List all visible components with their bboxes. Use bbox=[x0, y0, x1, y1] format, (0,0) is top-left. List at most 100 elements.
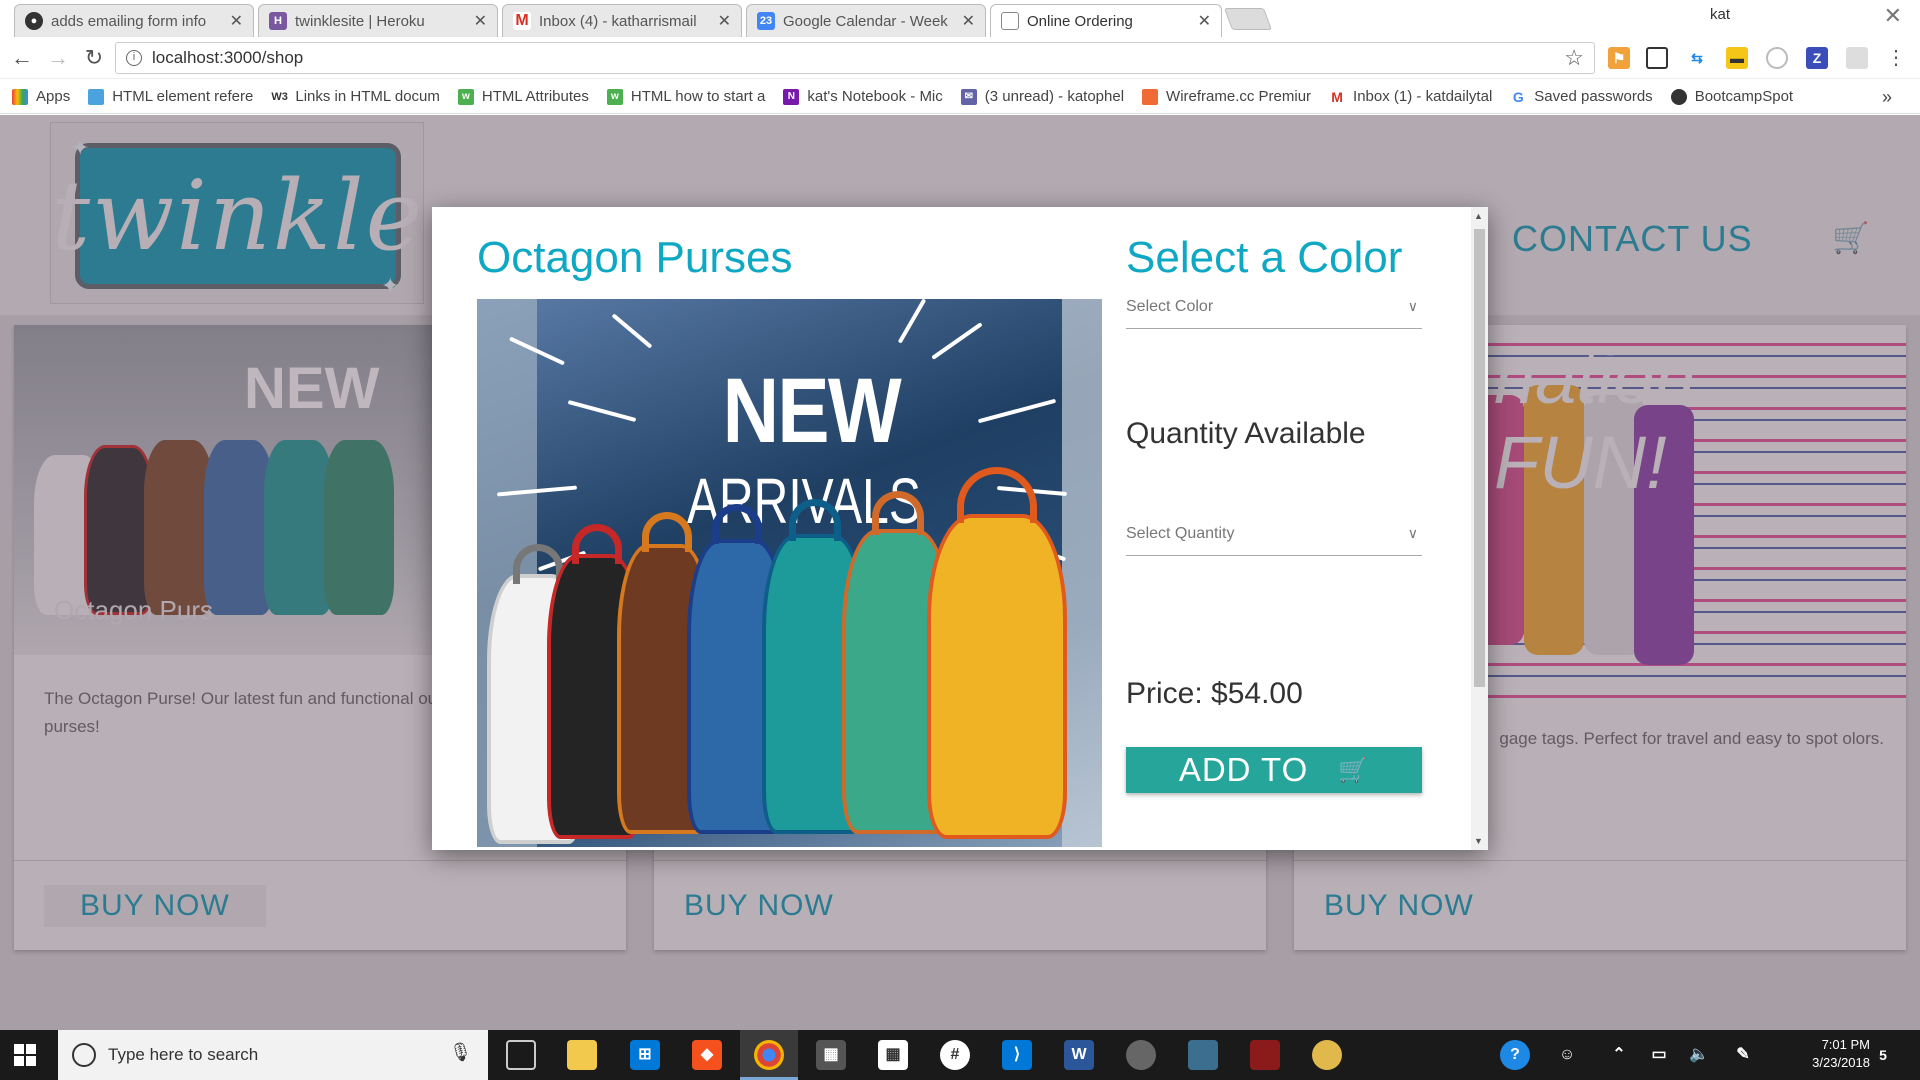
bookmark-item[interactable]: W3 Links in HTML docum bbox=[271, 88, 440, 105]
notes-extension-icon[interactable]: ▬ bbox=[1726, 47, 1748, 69]
camera-extension-icon[interactable] bbox=[1846, 47, 1868, 69]
swap-extension-icon[interactable]: ⇆ bbox=[1686, 47, 1708, 69]
cart-icon: 🛒 bbox=[1338, 756, 1370, 784]
slack-icon[interactable]: # bbox=[940, 1040, 970, 1070]
help-icon[interactable]: ? bbox=[1500, 1040, 1530, 1070]
tab-title: twinklesite | Heroku bbox=[295, 12, 425, 30]
notification-count: 5 bbox=[1879, 1047, 1887, 1063]
close-tab-icon[interactable]: ✕ bbox=[230, 11, 243, 31]
bookmark-item[interactable]: w HTML how to start a bbox=[606, 88, 766, 105]
z-extension-icon[interactable]: Z bbox=[1806, 47, 1828, 69]
bookmark-item[interactable]: Wireframe.cc Premiur bbox=[1142, 88, 1311, 105]
document-icon bbox=[1001, 12, 1019, 30]
gmail-icon: M bbox=[1329, 88, 1346, 105]
tray-chevron-icon[interactable]: ⌃ bbox=[1604, 1040, 1634, 1070]
quantity-available-label: Quantity Available bbox=[1126, 417, 1366, 450]
close-tab-icon[interactable]: ✕ bbox=[1198, 11, 1211, 31]
add-to-cart-button[interactable]: ADD TO 🛒 bbox=[1126, 747, 1422, 793]
forward-arrow-icon[interactable]: → bbox=[44, 45, 72, 71]
browser-tab[interactable]: H twinklesite | Heroku ✕ bbox=[258, 4, 498, 37]
scroll-thumb[interactable] bbox=[1474, 229, 1485, 687]
scroll-down-arrow-icon[interactable]: ▼ bbox=[1474, 836, 1483, 846]
browser-tab[interactable]: ● adds emailing form info ✕ bbox=[14, 4, 254, 37]
bookmark-label: Apps bbox=[36, 88, 71, 105]
close-tab-icon[interactable]: ✕ bbox=[962, 11, 975, 31]
task-view-icon[interactable] bbox=[506, 1040, 536, 1070]
modal-scrollbar[interactable]: ▲ ▼ bbox=[1471, 207, 1488, 850]
browser-tab[interactable]: 23 Google Calendar - Week ✕ bbox=[746, 4, 986, 37]
quantity-select-placeholder: Select Quantity bbox=[1126, 524, 1235, 542]
bookmark-item[interactable]: M Inbox (1) - katdailytal bbox=[1329, 88, 1492, 105]
bookmark-item[interactable]: N kat's Notebook - Mic bbox=[783, 88, 943, 105]
battery-icon[interactable]: ▭ bbox=[1644, 1040, 1674, 1070]
bookmarks-bar: Apps HTML element refere W3 Links in HTM… bbox=[0, 80, 1920, 114]
address-bar[interactable]: i localhost:3000/shop ☆ bbox=[115, 42, 1595, 74]
bookmark-label: HTML how to start a bbox=[630, 88, 766, 105]
system-clock[interactable]: 7:01 PM 3/23/2018 bbox=[1812, 1036, 1870, 1072]
screenshot-extension-icon[interactable] bbox=[1646, 47, 1668, 69]
web-page: twinkle ✦ ✦ CONTACT US 🛒 NEW Octagon Pur… bbox=[0, 115, 1920, 1030]
google-icon: G bbox=[1510, 88, 1527, 105]
tab-title: Google Calendar - Week bbox=[783, 12, 948, 30]
windows-start-icon[interactable] bbox=[14, 1044, 36, 1066]
more-bookmarks-icon[interactable]: » bbox=[1882, 87, 1892, 108]
bookmark-item[interactable]: ✉ (3 unread) - katophel bbox=[960, 88, 1124, 105]
github-desktop-icon[interactable] bbox=[1126, 1040, 1156, 1070]
taskbar-search-box[interactable]: Type here to search 🎙 bbox=[58, 1030, 488, 1080]
onenote-icon: N bbox=[783, 88, 800, 105]
microphone-icon[interactable]: 🎙 bbox=[449, 1042, 472, 1063]
calendar-icon: 23 bbox=[757, 12, 775, 30]
bookmark-apps[interactable]: Apps bbox=[12, 88, 70, 105]
quantity-select[interactable]: Select Quantity ∨ bbox=[1126, 512, 1422, 556]
bookmark-item[interactable]: w HTML Attributes bbox=[457, 88, 589, 105]
snipping-tool-icon[interactable] bbox=[1250, 1040, 1280, 1070]
close-tab-icon[interactable]: ✕ bbox=[718, 11, 731, 31]
bookmark-item[interactable]: BootcampSpot bbox=[1670, 88, 1794, 105]
select-color-title: Select a Color bbox=[1126, 233, 1403, 282]
bookmark-star-icon[interactable]: ☆ bbox=[1564, 45, 1584, 71]
calculator-icon[interactable]: ▦ bbox=[816, 1040, 846, 1070]
back-arrow-icon[interactable]: ← bbox=[8, 45, 36, 71]
bookmark-item[interactable]: HTML element refere bbox=[88, 88, 253, 105]
window-close-icon[interactable]: ✕ bbox=[1884, 3, 1902, 29]
git-icon[interactable]: ◆ bbox=[692, 1040, 722, 1070]
paint-icon[interactable] bbox=[1312, 1040, 1342, 1070]
volume-icon[interactable]: 🔈 bbox=[1684, 1040, 1714, 1070]
w3-icon: W3 bbox=[271, 88, 288, 105]
browser-toolbar: ← → ↻ i localhost:3000/shop ☆ ⚑ ⇆ ▬ Z ⋮ bbox=[0, 37, 1920, 79]
browser-tab-active[interactable]: Online Ordering ✕ bbox=[990, 4, 1222, 37]
cortana-icon bbox=[72, 1043, 96, 1067]
profile-name[interactable]: kat bbox=[1710, 6, 1730, 23]
info-icon[interactable]: i bbox=[126, 50, 142, 66]
file-explorer-icon[interactable] bbox=[567, 1040, 597, 1070]
clock-date: 3/23/2018 bbox=[1812, 1055, 1870, 1070]
notifications-icon[interactable]: 5 bbox=[1868, 1040, 1898, 1070]
pen-icon[interactable]: ✎ bbox=[1728, 1040, 1758, 1070]
people-icon[interactable]: ☺ bbox=[1552, 1040, 1582, 1070]
word-icon[interactable]: W bbox=[1064, 1040, 1094, 1070]
color-select[interactable]: Select Color ∨ bbox=[1126, 285, 1422, 329]
browser-tab-strip: ● adds emailing form info ✕ H twinklesit… bbox=[0, 0, 1920, 37]
tab-title: Online Ordering bbox=[1027, 12, 1133, 30]
price-label: Price: $54.00 bbox=[1126, 677, 1303, 710]
reload-icon[interactable]: ↻ bbox=[80, 45, 108, 71]
bookmark-label: BootcampSpot bbox=[1694, 88, 1794, 105]
bookmark-label: HTML element refere bbox=[112, 88, 254, 105]
scroll-up-arrow-icon[interactable]: ▲ bbox=[1474, 211, 1483, 221]
chevron-down-icon: ∨ bbox=[1407, 525, 1418, 541]
new-arrivals-title: NEW bbox=[722, 360, 902, 462]
mysql-workbench-icon[interactable] bbox=[1188, 1040, 1218, 1070]
close-tab-icon[interactable]: ✕ bbox=[474, 11, 487, 31]
menu-kebab-icon[interactable]: ⋮ bbox=[1882, 45, 1910, 70]
folder-extension-icon[interactable]: ⚑ bbox=[1608, 47, 1630, 69]
calendar-icon[interactable]: ▦ bbox=[878, 1040, 908, 1070]
bookmark-item[interactable]: G Saved passwords bbox=[1510, 88, 1653, 105]
vscode-icon[interactable]: ⟩ bbox=[1002, 1040, 1032, 1070]
store-icon[interactable]: ⊞ bbox=[630, 1040, 660, 1070]
bookmark-label: kat's Notebook - Mic bbox=[807, 88, 943, 105]
new-tab-button[interactable] bbox=[1223, 8, 1273, 30]
search-placeholder: Type here to search bbox=[108, 1045, 259, 1064]
browser-tab[interactable]: M Inbox (4) - katharrismail ✕ bbox=[502, 4, 742, 37]
chrome-icon[interactable] bbox=[754, 1040, 784, 1070]
extension-icon[interactable] bbox=[1766, 47, 1788, 69]
